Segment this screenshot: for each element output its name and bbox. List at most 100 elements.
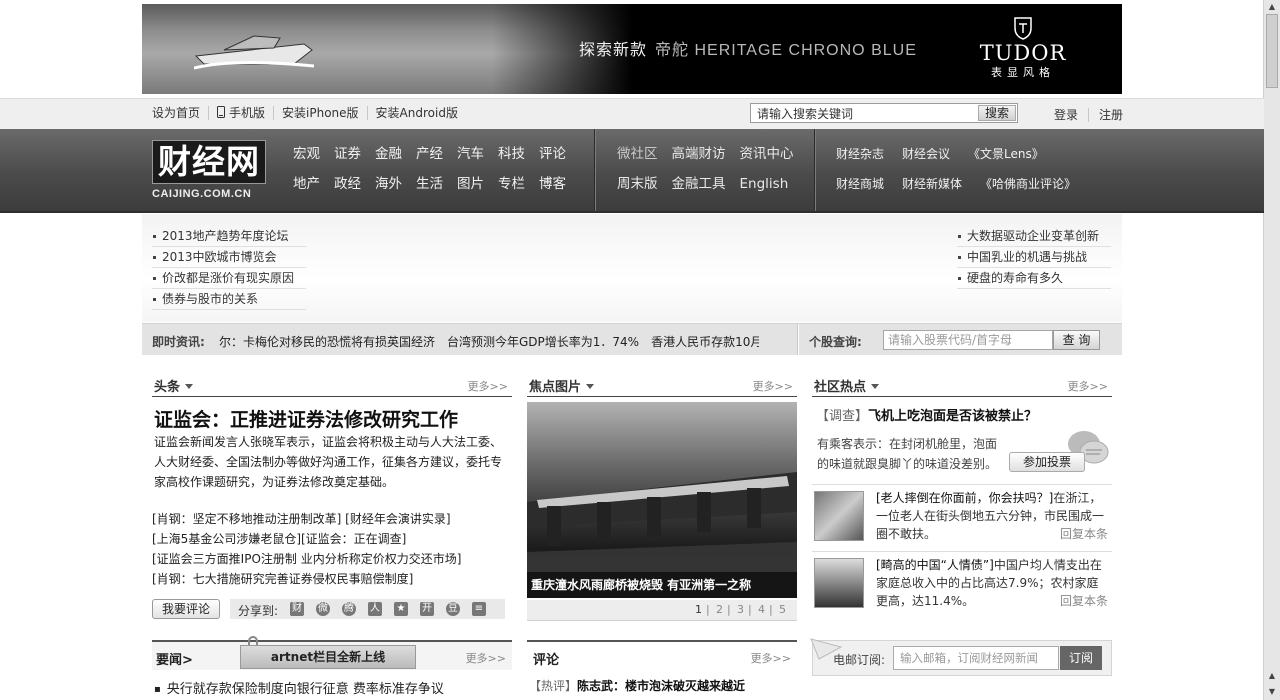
- reply-link[interactable]: 回复本条: [1060, 525, 1108, 543]
- page-3[interactable]: 3: [737, 603, 744, 616]
- caijing-share-icon[interactable]: 财: [290, 602, 304, 616]
- nav-channel-0[interactable]: 宏观: [293, 145, 320, 163]
- subscribe-button[interactable]: 订阅: [1060, 646, 1102, 670]
- page-2[interactable]: 2: [716, 603, 723, 616]
- focus-photo-more-link[interactable]: 更多>>: [753, 378, 793, 394]
- nav-channel-1[interactable]: 政经: [334, 175, 361, 193]
- nav-service-0[interactable]: 微社区: [617, 145, 658, 163]
- main-navigation: 财经网 CAIJING.COM.CN 宏观 证券 金融 产经 汽车 科技 评论 地产 政经 海外…: [0, 129, 1264, 213]
- nav-media-2[interactable]: 《哈佛商业评论》: [980, 175, 1076, 193]
- nav-channel-1[interactable]: 证券: [334, 145, 361, 163]
- news-more-link[interactable]: 更多>>: [466, 650, 506, 666]
- login-link[interactable]: 登录: [1044, 108, 1088, 122]
- elderly-fall-thumbnail[interactable]: [814, 491, 864, 541]
- stock-code-input[interactable]: 请输入股票代码/首字母: [883, 330, 1053, 350]
- nav-channel-5[interactable]: 科技: [498, 145, 525, 163]
- comment-button[interactable]: 我要评论: [152, 599, 220, 619]
- opinion-title[interactable]: 评论: [533, 649, 559, 668]
- scroll-down-icon[interactable]: ▼: [1266, 686, 1278, 698]
- nav-channel-3[interactable]: 产经: [416, 145, 443, 163]
- douban-share-icon[interactable]: 豆: [446, 602, 460, 616]
- nav-service-1[interactable]: 金融工具: [672, 175, 726, 193]
- nav-service-0[interactable]: 周末版: [617, 175, 658, 193]
- site-logo[interactable]: 财经网 CAIJING.COM.CN: [152, 140, 266, 200]
- more-share-icon[interactable]: ≡: [472, 602, 486, 616]
- page-5[interactable]: 5: [779, 603, 786, 616]
- subscribe-email-input[interactable]: 输入邮箱，订阅财经网新闻: [893, 646, 1059, 670]
- nav-channel-0[interactable]: 地产: [293, 175, 320, 193]
- nav-channel-3[interactable]: 生活: [416, 175, 443, 193]
- community-title[interactable]: 社区热点: [814, 376, 880, 395]
- set-homepage-link[interactable]: 设为首页: [152, 106, 208, 120]
- vote-button[interactable]: 参加投票: [1009, 452, 1085, 472]
- nav-media-2[interactable]: 《文景Lens》: [968, 145, 1044, 163]
- nav-channel-2[interactable]: 金融: [375, 145, 402, 163]
- vertical-scrollbar[interactable]: ▲ ▲ ▼: [1263, 0, 1280, 700]
- news-item[interactable]: 央行就存款保险制度向银行征意 费率标准存争议: [154, 678, 444, 697]
- page-1[interactable]: 1: [695, 603, 702, 616]
- feature-link[interactable]: 中国乳业的机遇与挑战: [957, 247, 1111, 268]
- poll-question[interactable]: 【调查】飞机上吃泡面是否该被禁止？: [816, 405, 1037, 424]
- weibo-share-icon[interactable]: 微: [316, 602, 330, 616]
- reply-link[interactable]: 回复本条: [1060, 592, 1108, 610]
- nav-media-0[interactable]: 财经杂志: [836, 145, 884, 163]
- feature-link[interactable]: 大数据驱动企业变革创新: [957, 226, 1111, 247]
- install-iphone-link[interactable]: 安装iPhone版: [273, 106, 367, 120]
- focus-photo[interactable]: 重庆潼水风雨廊桥被烧毁 有亚洲第一之称: [527, 402, 797, 598]
- chevron-down-icon: [586, 384, 595, 389]
- news-title[interactable]: 要闻>: [156, 649, 193, 668]
- nav-service-1[interactable]: 高端财访: [672, 145, 726, 163]
- feature-link[interactable]: 2013地产趋势年度论坛: [152, 226, 306, 247]
- nav-service-2[interactable]: English: [740, 175, 789, 193]
- kaixin-share-icon[interactable]: 开: [420, 602, 434, 616]
- nav-channel-4[interactable]: 汽车: [457, 145, 484, 163]
- stock-query-button[interactable]: 查 询: [1053, 330, 1100, 350]
- community-more-link[interactable]: 更多>>: [1068, 378, 1108, 394]
- scroll-up-icon-bottom[interactable]: ▲: [1266, 670, 1278, 682]
- feature-link[interactable]: 价改都是涨价有现实原因: [152, 268, 306, 289]
- nav-channel-6[interactable]: 评论: [539, 145, 566, 163]
- opinion-item[interactable]: 【热评】陈志武：楼市泡沫破灭越来越近: [529, 677, 745, 694]
- scrollbar-thumb[interactable]: [1266, 14, 1278, 88]
- page-4[interactable]: 4: [758, 603, 765, 616]
- feature-link[interactable]: 债券与股市的关系: [152, 289, 306, 310]
- nav-channel-4[interactable]: 图片: [457, 175, 484, 193]
- related-link[interactable]: [证监会三方面推IPO注册制 业内分析称定价权力交还市场]: [152, 549, 461, 569]
- nav-media-1[interactable]: 财经新媒体: [902, 175, 962, 193]
- photo-caption[interactable]: 重庆潼水风雨廊桥被烧毁 有亚洲第一之称: [527, 572, 797, 598]
- search-input[interactable]: [751, 104, 978, 122]
- community-item-title[interactable]: [畸高的中国“人情债”]: [876, 558, 994, 572]
- install-android-link[interactable]: 安装Android版: [366, 106, 466, 120]
- top-ad-banner[interactable]: 探索新款 帝舵 HERITAGE CHRONO BLUE TUDOR 表显风格: [142, 4, 1122, 94]
- related-link[interactable]: [肖钢：七大措施研究完善证券侵权民事赔偿制度]: [152, 569, 461, 589]
- renren-share-icon[interactable]: 人: [368, 602, 382, 616]
- nav-channel-5[interactable]: 专栏: [498, 175, 525, 193]
- nav-media-1[interactable]: 财经会议: [902, 145, 950, 163]
- man-portrait-thumbnail[interactable]: [814, 558, 864, 608]
- community-item-title[interactable]: [老人摔倒在你面前，你会扶吗？]: [876, 491, 1053, 505]
- nav-channel-6[interactable]: 博客: [539, 175, 566, 193]
- focus-photo-header: 焦点图片 更多>>: [527, 370, 797, 397]
- qzone-share-icon[interactable]: ★: [394, 602, 408, 616]
- nav-service-2[interactable]: 资讯中心: [740, 145, 794, 163]
- stock-query-label: 个股查询:: [809, 335, 862, 349]
- feature-link[interactable]: 硬盘的寿命有多久: [957, 268, 1111, 289]
- opinion-more-link[interactable]: 更多>>: [751, 650, 791, 666]
- mobile-link[interactable]: 手机版: [208, 106, 273, 120]
- related-link[interactable]: [上海5基金公司涉嫌老鼠仓][证监会：正在调查]: [152, 529, 461, 549]
- tencent-share-icon[interactable]: 腾: [342, 602, 356, 616]
- ticker-news[interactable]: 尔：卡梅伦对移民的恐慌将有损英国经济 台湾预测今年GDP增长率为1．74% 香港…: [219, 333, 759, 350]
- headlines-title[interactable]: 头条: [154, 376, 194, 395]
- main-headline[interactable]: 证监会：正推进证券法修改研究工作: [154, 405, 458, 432]
- focus-photo-title[interactable]: 焦点图片: [529, 376, 595, 395]
- headlines-more-link[interactable]: 更多>>: [468, 378, 508, 394]
- speedboat-icon: [194, 35, 314, 70]
- related-link[interactable]: [肖钢：坚定不移地推动注册制改革] [财经年会演讲实录]: [152, 509, 461, 529]
- artnet-notice[interactable]: artnet栏目全新上线: [240, 645, 416, 669]
- search-button[interactable]: 搜索: [978, 105, 1016, 121]
- nav-media-0[interactable]: 财经商城: [836, 175, 884, 193]
- scroll-up-icon[interactable]: ▲: [1266, 1, 1278, 13]
- nav-channel-2[interactable]: 海外: [375, 175, 402, 193]
- register-link[interactable]: 注册: [1088, 108, 1134, 122]
- feature-link[interactable]: 2013中欧城市博览会: [152, 247, 306, 268]
